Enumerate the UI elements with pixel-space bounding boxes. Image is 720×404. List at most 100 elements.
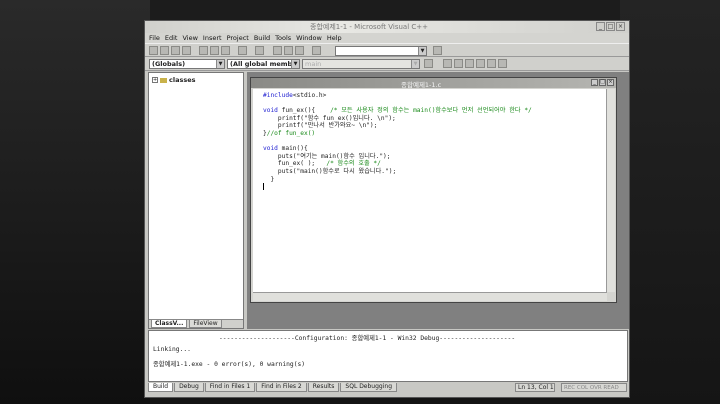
wizard-action-icon[interactable] xyxy=(424,59,433,68)
tree-root-label: classes xyxy=(169,76,196,84)
window-controls: _ □ × xyxy=(596,22,625,31)
new-file-icon[interactable] xyxy=(149,46,158,55)
code-line[interactable]: printf("만나서 반가와요~ \n"); xyxy=(263,122,607,130)
maximize-button[interactable]: □ xyxy=(606,22,615,31)
go-icon[interactable] xyxy=(487,59,496,68)
folder-icon xyxy=(160,77,167,83)
photo-surround-right xyxy=(620,0,720,404)
cut-icon[interactable] xyxy=(199,46,208,55)
editor-window-controls: _ □ × xyxy=(591,79,614,86)
redo-icon[interactable] xyxy=(255,46,264,55)
menu-bar: File Edit View Insert Project Build Tool… xyxy=(145,33,629,43)
tab-classview[interactable]: ClassV... xyxy=(151,320,188,328)
code-line[interactable]: fun_ex( ); /* 함수의 호출 */ xyxy=(263,160,607,168)
copy-icon[interactable] xyxy=(210,46,219,55)
code-line[interactable] xyxy=(263,138,607,146)
code-text: fun_ex( ); xyxy=(263,160,327,168)
output-pane: --------------------Configuration: 종합예제1… xyxy=(148,330,628,382)
ide-window: 종합예제1-1 - Microsoft Visual C++ _ □ × Fil… xyxy=(144,20,630,398)
menu-window[interactable]: Window xyxy=(296,34,322,42)
code-line[interactable]: void main(){ xyxy=(263,145,607,153)
chevron-down-icon[interactable]: ▼ xyxy=(418,47,426,55)
find-combo[interactable]: ▼ xyxy=(335,46,427,56)
editor-minimize-button[interactable]: _ xyxy=(591,79,598,86)
menu-build[interactable]: Build xyxy=(254,34,270,42)
class-combo[interactable]: (Globals) ▼ xyxy=(149,59,225,69)
editor-maximize-button[interactable]: □ xyxy=(599,79,606,86)
chevron-down-icon[interactable]: ▼ xyxy=(291,60,299,68)
tab-sql-debugging[interactable]: SQL Debugging xyxy=(340,383,398,392)
code-line[interactable]: #include<stdio.h> xyxy=(263,92,607,100)
tab-find-in-files-1[interactable]: Find in Files 1 xyxy=(204,383,256,392)
function-combo[interactable]: main ▼ xyxy=(302,59,420,69)
execute-icon[interactable] xyxy=(476,59,485,68)
paste-icon[interactable] xyxy=(221,46,230,55)
status-flags: REC COL OVR READ xyxy=(561,383,627,392)
compile-icon[interactable] xyxy=(443,59,452,68)
stop-build-icon[interactable] xyxy=(465,59,474,68)
tab-fileview[interactable]: FileView xyxy=(189,320,222,328)
code-keyword: #include xyxy=(263,92,293,99)
code-comment: /* 함수의 호출 */ xyxy=(326,160,381,168)
menu-edit[interactable]: Edit xyxy=(165,34,178,42)
tab-build[interactable]: Build xyxy=(148,383,174,392)
standard-toolbar: ▼ xyxy=(145,43,629,57)
code-line[interactable] xyxy=(263,183,607,191)
editor-close-button[interactable]: × xyxy=(607,79,614,86)
code-line[interactable]: puts("main()함수로 다시 왔습니다."); xyxy=(263,168,607,176)
menu-tools[interactable]: Tools xyxy=(275,34,291,42)
code-line[interactable]: }//of fun_ex() xyxy=(263,130,607,138)
members-combo[interactable]: (All global members) ▼ xyxy=(227,59,300,69)
menu-help[interactable]: Help xyxy=(327,34,342,42)
code-editor[interactable]: #include<stdio.h> void fun_ex(){ /* 모든 사용… xyxy=(253,89,607,292)
workspace-icon[interactable] xyxy=(273,46,282,55)
output-linking-line: Linking... xyxy=(153,346,191,353)
save-icon[interactable] xyxy=(171,46,180,55)
output-configuration-line: --------------------Configuration: 종합예제1… xyxy=(219,335,516,342)
find-icon[interactable] xyxy=(433,46,442,55)
build-icon[interactable] xyxy=(454,59,463,68)
close-button[interactable]: × xyxy=(616,22,625,31)
editor-title: 종합예제1-1.c xyxy=(401,81,442,89)
wizard-bar: (Globals) ▼ (All global members) ▼ main … xyxy=(145,57,629,71)
breakpoint-icon[interactable] xyxy=(498,59,507,68)
windows-list-icon[interactable] xyxy=(295,46,304,55)
menu-project[interactable]: Project xyxy=(227,34,249,42)
code-line[interactable]: void fun_ex(){ /* 모든 사용자 정의 함수는 main()함수… xyxy=(263,107,607,115)
open-icon[interactable] xyxy=(160,46,169,55)
code-keyword: void xyxy=(263,107,278,115)
tab-debug[interactable]: Debug xyxy=(174,383,204,392)
expand-icon[interactable]: + xyxy=(152,77,158,83)
class-combo-value: (Globals) xyxy=(152,60,186,68)
status-bar xyxy=(145,392,629,397)
menu-file[interactable]: File xyxy=(149,34,160,42)
code-text: puts("main()함수로 다시 왔습니다."); xyxy=(263,167,397,175)
minimize-button[interactable]: _ xyxy=(596,22,605,31)
menu-view[interactable]: View xyxy=(182,34,197,42)
code-text: puts("여기는 main()함수 입니다."); xyxy=(263,152,391,160)
code-keyword: void xyxy=(263,145,278,153)
chevron-down-icon[interactable]: ▼ xyxy=(216,60,224,68)
window-title: 종합예제1-1 - Microsoft Visual C++ xyxy=(310,23,428,31)
chevron-down-icon[interactable]: ▼ xyxy=(411,60,419,68)
code-comment: //of fun_ex() xyxy=(266,129,316,137)
workspace-tabs: ClassV... FileView xyxy=(149,319,243,328)
save-all-icon[interactable] xyxy=(182,46,191,55)
horizontal-scrollbar[interactable] xyxy=(253,292,607,301)
title-bar: 종합예제1-1 - Microsoft Visual C++ _ □ × xyxy=(145,21,629,33)
code-text: printf("만나서 반가와요~ \n"); xyxy=(263,122,378,130)
mdi-client-area: 종합예제1-1.c _ □ × #include<stdio.h> void fu… xyxy=(247,72,629,329)
undo-icon[interactable] xyxy=(238,46,247,55)
output-result-line: 종합예제1-1.exe - 0 error(s), 0 warning(s) xyxy=(153,361,306,368)
tab-find-in-files-2[interactable]: Find in Files 2 xyxy=(256,383,307,392)
code-line[interactable]: } xyxy=(263,176,607,184)
vertical-scrollbar[interactable] xyxy=(606,89,615,292)
code-text: <stdio.h> xyxy=(292,92,327,99)
code-text: printf("함수 fun_ex()입니다. \n"); xyxy=(263,114,396,122)
tab-results[interactable]: Results xyxy=(307,383,340,392)
tree-root[interactable]: + classes xyxy=(152,76,195,84)
menu-insert[interactable]: Insert xyxy=(203,34,222,42)
output-window-icon[interactable] xyxy=(284,46,293,55)
function-combo-value: main xyxy=(305,60,322,68)
find-in-files-icon[interactable] xyxy=(312,46,321,55)
